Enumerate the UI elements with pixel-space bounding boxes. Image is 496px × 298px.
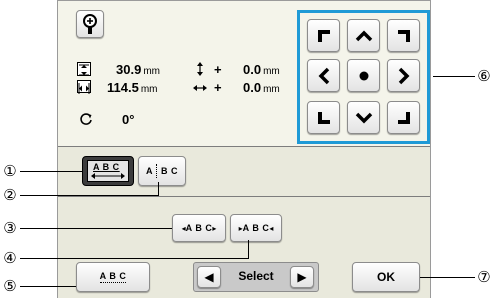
center-button[interactable] [347,59,380,92]
move-left-button[interactable] [307,59,340,92]
spacing-icon-text: A B C [93,162,120,172]
move-up-right-button[interactable] [387,19,420,52]
width-readout: 114.5 mm [107,80,158,95]
divider-top [58,146,430,147]
arrow-left-in-icon: ◂ [269,223,274,233]
spacing-icon: A B C [87,160,129,182]
zoom-button[interactable] [76,10,104,38]
triangle-right-icon: ▶ [297,270,307,284]
corner-down-right-icon [397,111,410,124]
center-dot-icon [359,71,368,80]
rotation-icon [79,112,93,126]
callout-2-vline [158,182,159,196]
callout-4-vline [248,240,249,259]
corner-up-right-icon [397,29,410,42]
height-readout: 30.9 mm [116,62,160,77]
widen-spacing-button[interactable]: ◂ A B C ▸ [172,214,226,242]
move-right-button[interactable] [387,59,420,92]
callout-1: ① [3,163,17,180]
chevron-down-icon [355,112,372,123]
chevron-left-icon [318,67,329,84]
callout-4-line [20,258,248,259]
move-down-left-button[interactable] [307,101,340,134]
corner-up-left-icon [317,29,330,42]
baseline-icon-text: A B C [99,271,127,283]
callout-5-line [20,286,76,287]
move-down-button[interactable] [347,101,380,134]
ok-label: OK [377,270,395,284]
horizontal-offset-readout: 0.0 mm [243,80,280,95]
horizontal-offset-icon [192,81,208,93]
callout-3-line [20,228,172,229]
character-spacing-button[interactable]: A B C [82,156,134,186]
callout-2: ② [3,187,17,204]
narrow-icon-text: A B C [242,223,270,233]
callout-1-line [20,171,82,172]
move-up-button[interactable] [347,19,380,52]
callout-7: ⑦ [477,269,491,286]
width-icon [77,80,91,94]
chevron-right-icon [398,67,409,84]
split-divider-icon [156,164,158,178]
divider-middle [58,196,430,197]
callout-3: ③ [3,220,17,237]
move-up-left-button[interactable] [307,19,340,52]
widen-icon-text: A B C [185,223,213,233]
callout-2-line [20,195,158,196]
baseline-button[interactable]: A B C [76,262,150,292]
callout-6-line [433,76,475,77]
select-prev-button[interactable]: ◀ [197,266,221,288]
corner-down-left-icon [317,111,330,124]
rotation-readout: 0° [122,112,135,127]
triangle-left-icon: ◀ [204,270,214,284]
callout-6: ⑥ [477,68,491,85]
vertical-offset-icon [194,61,206,77]
callout-7-line [420,277,475,278]
select-label: Select [238,269,274,283]
vertical-offset-plus: + [214,62,222,77]
callout-4: ④ [3,250,17,267]
vertical-offset-readout: 0.0 mm [243,62,280,77]
horizontal-offset-plus: + [214,80,222,95]
callout-5: ⑤ [3,278,17,295]
split-spacing-button[interactable]: A B C [138,156,186,186]
magnifier-icon [83,14,97,34]
narrow-spacing-button[interactable]: ▸ A B C ◂ [230,214,282,242]
ok-button[interactable]: OK [352,262,420,292]
arrow-right-icon: ▸ [212,223,217,233]
height-icon [77,62,91,76]
move-down-right-button[interactable] [387,101,420,134]
split-icon-right: B C [161,166,178,176]
select-next-button[interactable]: ▶ [290,266,314,288]
split-icon-left: A [146,166,153,176]
chevron-up-icon [355,30,372,41]
